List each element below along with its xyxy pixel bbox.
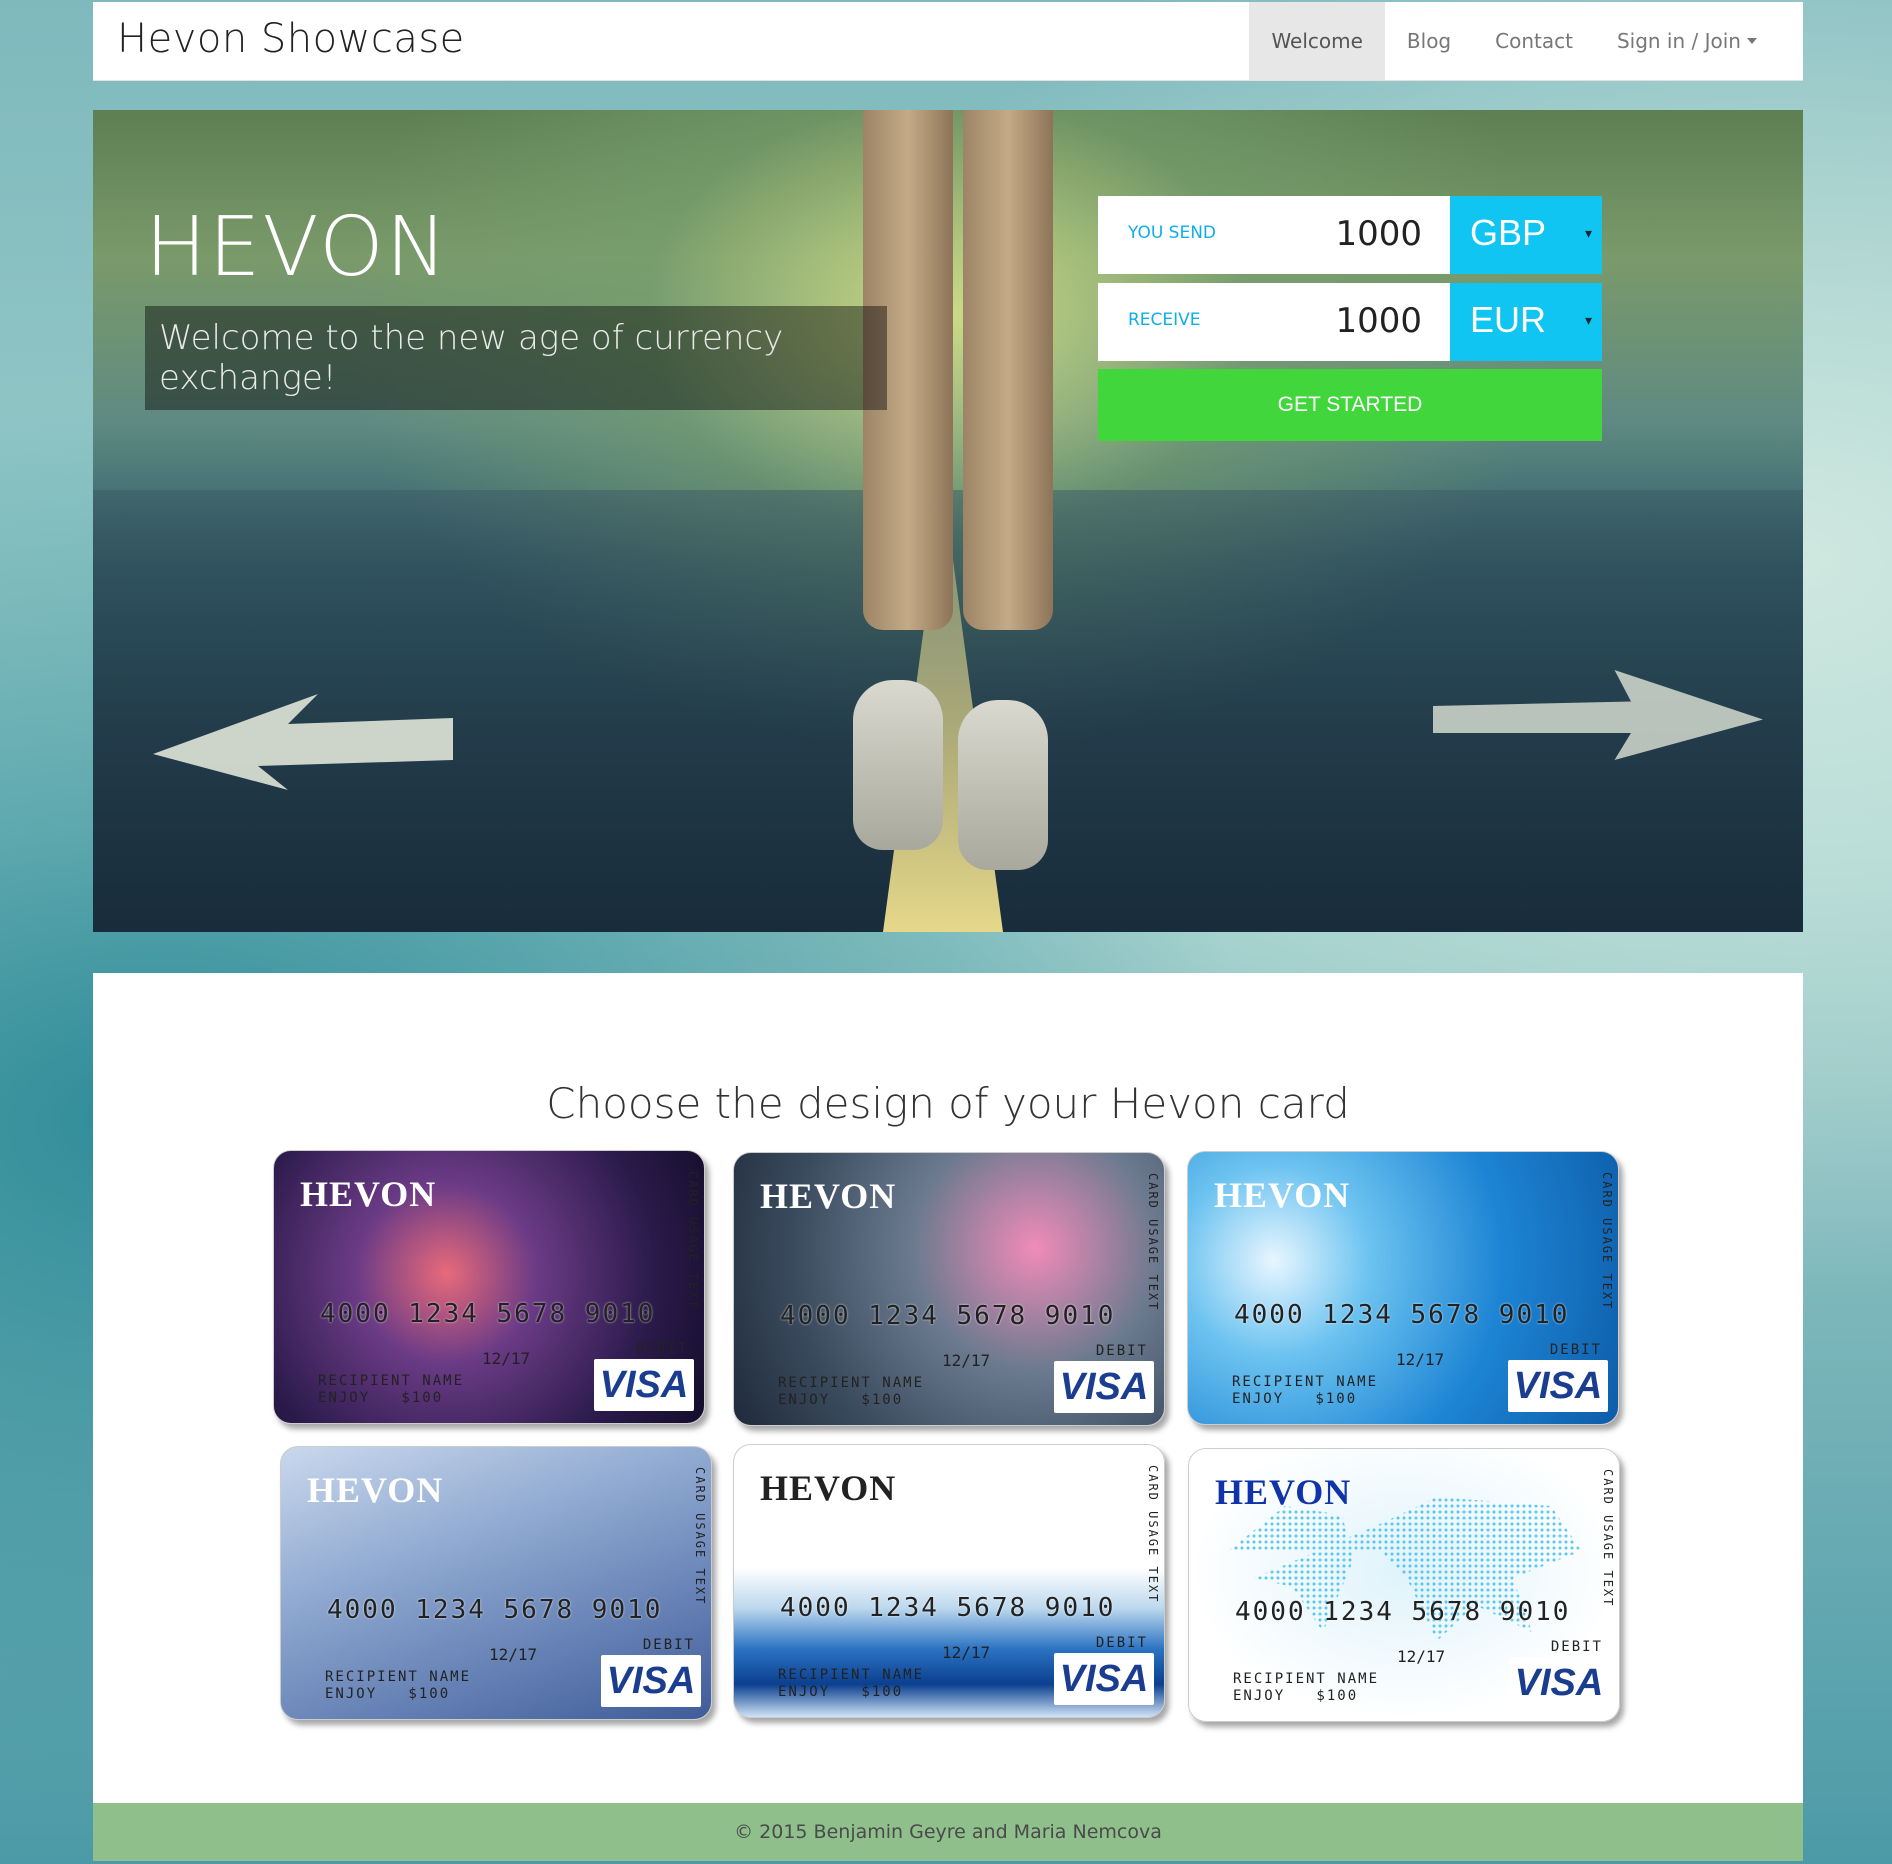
send-currency-select[interactable]: GBP ▾ <box>1450 196 1602 274</box>
card-amount: ENJOY $100 <box>778 1392 904 1408</box>
card-brand: HEVON <box>300 1174 437 1214</box>
visa-logo: VISA <box>601 1655 701 1707</box>
card-number: 4000 1234 5678 9010 <box>327 1595 663 1625</box>
card-expiry: 12/17 <box>942 1643 991 1662</box>
nav-contact[interactable]: Contact <box>1473 2 1595 80</box>
card-expiry: 12/17 <box>1397 1647 1446 1666</box>
top-navbar: Hevon Showcase Welcome Blog Contact Sign… <box>93 2 1803 81</box>
receive-row: RECEIVE 1000 EUR ▾ <box>1098 283 1602 361</box>
hero-title: HEVON <box>145 200 450 295</box>
card-type: DEBIT <box>1095 1343 1148 1359</box>
card-brand: HEVON <box>307 1470 444 1510</box>
visa-logo: VISA <box>594 1359 694 1411</box>
card-amount: ENJOY $100 <box>325 1686 451 1702</box>
nav-blog[interactable]: Blog <box>1385 2 1473 80</box>
card-expiry: 12/17 <box>1396 1350 1445 1369</box>
card-usage-text: CARD USAGE TEXT <box>1601 1469 1615 1608</box>
card-number: 4000 1234 5678 9010 <box>320 1299 656 1329</box>
send-row: YOU SEND 1000 GBP ▾ <box>1098 196 1602 274</box>
visa-logo: VISA <box>1509 1657 1609 1709</box>
card-recipient-block: RECIPIENT NAME ENJOY $100 <box>318 1373 464 1407</box>
nav-menu: Welcome Blog Contact Sign in / Join <box>1249 2 1803 80</box>
receive-amount-field[interactable]: RECEIVE 1000 <box>1098 283 1450 361</box>
send-amount-field[interactable]: YOU SEND 1000 <box>1098 196 1450 274</box>
card-number: 4000 1234 5678 9010 <box>780 1301 1116 1331</box>
card-design-blue-wave[interactable]: HEVON CARD USAGE TEXT 4000 1234 5678 9010 D… <box>733 1444 1165 1718</box>
card-amount: ENJOY $100 <box>1233 1688 1359 1704</box>
visa-logo: VISA <box>1054 1653 1154 1705</box>
card-recipient-block: RECIPIENT NAME ENJOY $100 <box>1232 1374 1378 1408</box>
caret-down-icon <box>1747 38 1757 44</box>
footer-copyright: © 2015 Benjamin Geyre and Maria Nemcova <box>734 1821 1162 1843</box>
hero-tagline-text: Welcome to the new age of currency excha… <box>159 318 784 398</box>
card-brand: HEVON <box>1214 1175 1351 1215</box>
dropdown-caret-icon: ▾ <box>1584 313 1592 329</box>
card-usage-text: CARD USAGE TEXT <box>686 1171 700 1310</box>
card-amount: ENJOY $100 <box>1232 1391 1358 1407</box>
card-recipient: RECIPIENT NAME <box>1232 1374 1379 1390</box>
hero-shoe-left <box>853 680 943 850</box>
dropdown-caret-icon: ▾ <box>1584 226 1592 242</box>
card-design-white-daisies[interactable]: HEVON CARD USAGE TEXT 4000 1234 5678 9010 D… <box>280 1446 712 1720</box>
card-brand: HEVON <box>760 1468 897 1508</box>
card-type: DEBIT <box>642 1637 695 1653</box>
send-currency-value: GBP <box>1470 212 1547 253</box>
section-title: Choose the design of your Hevon card <box>546 1079 1350 1128</box>
card-usage-text: CARD USAGE TEXT <box>1146 1173 1160 1312</box>
get-started-button[interactable]: GET STARTED <box>1098 369 1602 441</box>
card-type: DEBIT <box>635 1341 688 1357</box>
card-expiry: 12/17 <box>489 1645 538 1664</box>
card-number: 4000 1234 5678 9010 <box>1235 1597 1571 1627</box>
card-recipient: RECIPIENT NAME <box>778 1375 925 1391</box>
send-label: YOU SEND <box>1128 223 1217 243</box>
card-recipient: RECIPIENT NAME <box>318 1373 465 1389</box>
receive-amount-value: 1000 <box>1335 301 1422 341</box>
nav-welcome[interactable]: Welcome <box>1249 2 1385 80</box>
card-brand: HEVON <box>760 1176 897 1216</box>
card-recipient-block: RECIPIENT NAME ENJOY $100 <box>778 1375 924 1409</box>
hero-tagline: Welcome to the new age of currency excha… <box>145 306 887 410</box>
card-number: 4000 1234 5678 9010 <box>1234 1300 1570 1330</box>
card-recipient-block: RECIPIENT NAME ENJOY $100 <box>778 1667 924 1701</box>
card-recipient-block: RECIPIENT NAME ENJOY $100 <box>325 1669 471 1703</box>
card-expiry: 12/17 <box>942 1351 991 1370</box>
card-recipient: RECIPIENT NAME <box>325 1669 472 1685</box>
card-design-galaxy-network[interactable]: HEVON CARD USAGE TEXT 4000 1234 5678 9010 D… <box>273 1150 705 1424</box>
nav-contact-label: Contact <box>1495 29 1573 53</box>
visa-logo: VISA <box>1054 1361 1154 1413</box>
visa-logo: VISA <box>1508 1360 1608 1412</box>
card-design-pink-blossom[interactable]: HEVON CARD USAGE TEXT 4000 1234 5678 9010 D… <box>733 1152 1165 1426</box>
nav-welcome-label: Welcome <box>1271 29 1363 53</box>
card-recipient: RECIPIENT NAME <box>778 1667 925 1683</box>
hero-shoe-right <box>958 700 1048 870</box>
footer: © 2015 Benjamin Geyre and Maria Nemcova <box>93 1803 1803 1861</box>
card-brand: HEVON <box>1215 1472 1352 1512</box>
card-type: DEBIT <box>1550 1639 1603 1655</box>
card-design-world-map[interactable]: HEVON CARD USAGE TEXT 4000 1234 5678 9010 D… <box>1188 1448 1620 1722</box>
hero-person-image <box>843 110 1073 890</box>
card-amount: ENJOY $100 <box>318 1390 444 1406</box>
card-type: DEBIT <box>1095 1635 1148 1651</box>
card-recipient-block: RECIPIENT NAME ENJOY $100 <box>1233 1671 1379 1705</box>
brand-logo[interactable]: Hevon Showcase <box>117 16 465 62</box>
nav-signin-dropdown[interactable]: Sign in / Join <box>1595 2 1803 80</box>
card-amount: ENJOY $100 <box>778 1684 904 1700</box>
card-usage-text: CARD USAGE TEXT <box>1146 1465 1160 1604</box>
receive-currency-value: EUR <box>1470 299 1547 340</box>
card-design-section: Choose the design of your Hevon card HEV… <box>93 973 1803 1803</box>
card-recipient: RECIPIENT NAME <box>1233 1671 1380 1687</box>
card-expiry: 12/17 <box>482 1349 531 1368</box>
receive-currency-select[interactable]: EUR ▾ <box>1450 283 1602 361</box>
send-amount-value: 1000 <box>1335 214 1422 254</box>
hero-leg-right <box>963 110 1053 630</box>
card-design-blue-tech[interactable]: HEVON CARD USAGE TEXT 4000 1234 5678 9010 D… <box>1187 1151 1619 1425</box>
card-usage-text: CARD USAGE TEXT <box>1600 1172 1614 1311</box>
nav-signin-label: Sign in / Join <box>1616 29 1741 53</box>
card-type: DEBIT <box>1549 1342 1602 1358</box>
card-usage-text: CARD USAGE TEXT <box>693 1467 707 1606</box>
receive-label: RECEIVE <box>1128 310 1201 330</box>
get-started-label: GET STARTED <box>1277 393 1423 416</box>
nav-blog-label: Blog <box>1406 29 1452 53</box>
card-number: 4000 1234 5678 9010 <box>780 1593 1116 1623</box>
